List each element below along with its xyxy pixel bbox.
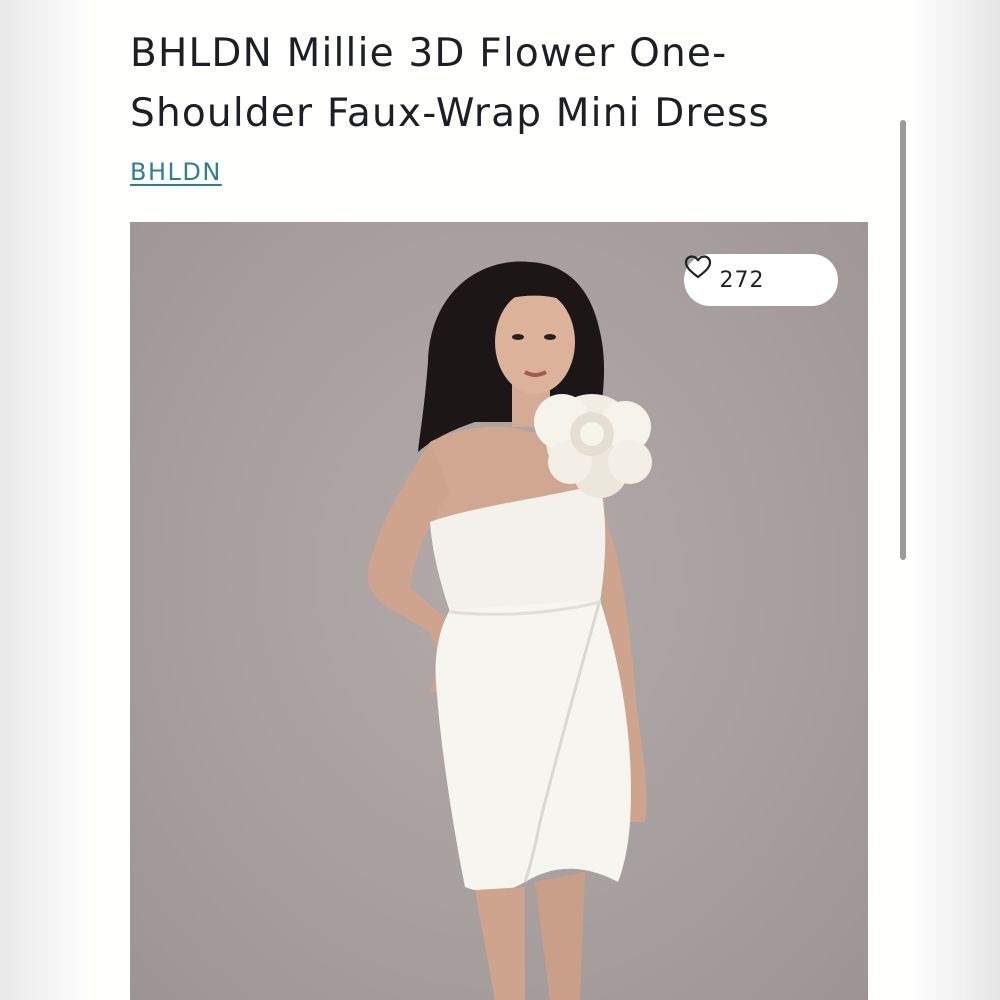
product-photo-illustration — [367, 261, 652, 1000]
like-button[interactable]: 272 — [684, 254, 838, 306]
product-title: BHLDN Millie 3D Flower One-Shoulder Faux… — [130, 31, 771, 136]
product-card: BHLDN Millie 3D Flower One-Shoulder Faux… — [88, 0, 912, 1000]
like-count: 272 — [719, 267, 765, 293]
heart-outline-icon — [684, 255, 803, 293]
screen: BHLDN Millie 3D Flower One-Shoulder Faux… — [0, 0, 1000, 1000]
product-photo[interactable]: 272 — [130, 222, 868, 1000]
brand-link[interactable]: BHLDN — [130, 158, 222, 186]
vertical-scrollbar[interactable] — [900, 120, 906, 560]
